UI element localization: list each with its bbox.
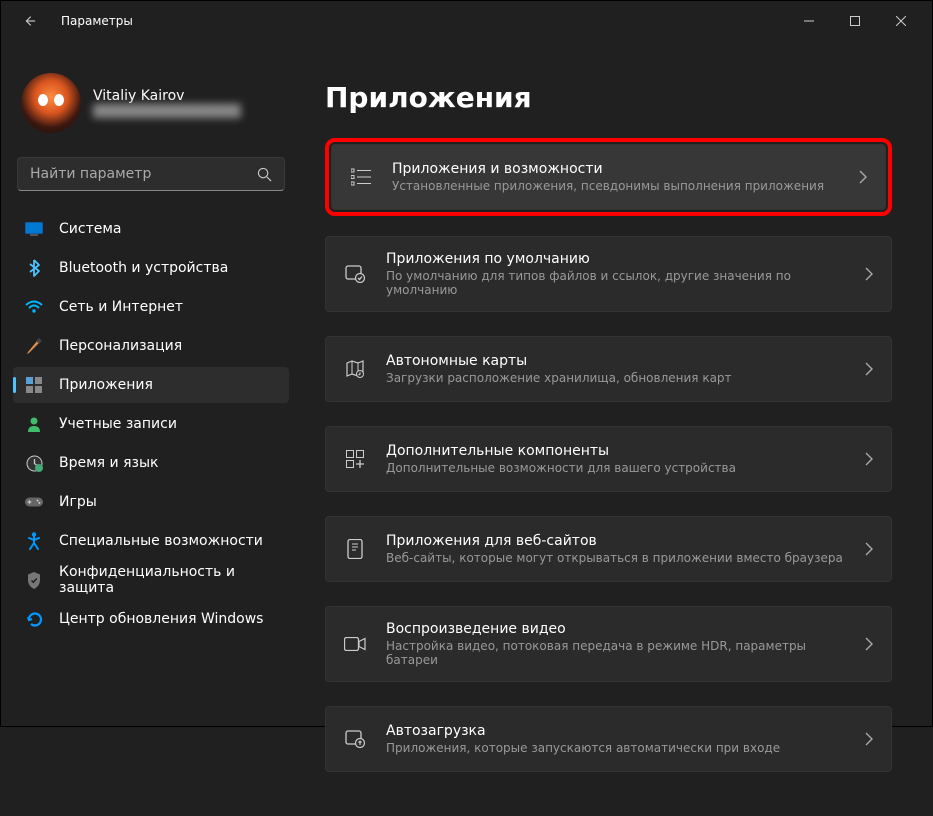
card-text: Автозагрузка Приложения, которые запускаю… xyxy=(386,723,845,755)
sidebar-item-brush[interactable]: Персонализация xyxy=(13,328,289,364)
sidebar-item-label: Приложения xyxy=(59,377,153,393)
card-subtitle: Установленные приложения, псевдонимы вып… xyxy=(392,179,839,193)
chevron-right-icon xyxy=(865,637,873,651)
system-icon xyxy=(25,220,43,238)
profile-email: ████████████████ xyxy=(93,104,241,118)
chevron-right-icon xyxy=(865,452,873,466)
video-icon xyxy=(344,633,366,655)
settings-card-video[interactable]: Воспроизведение видео Настройка видео, по… xyxy=(325,606,892,682)
default-apps-icon xyxy=(344,263,366,285)
sidebar-item-label: Система xyxy=(59,221,121,237)
sidebar-item-label: Игры xyxy=(59,494,97,510)
back-button[interactable] xyxy=(9,1,49,41)
profile-info: Vitaliy Kairov ████████████████ xyxy=(93,88,241,118)
card-subtitle: Приложения, которые запускаются автомати… xyxy=(386,741,845,755)
card-subtitle: Веб-сайты, которые могут открываться в п… xyxy=(386,551,845,565)
account-icon xyxy=(25,415,43,433)
window-title: Параметры xyxy=(61,14,133,28)
sidebar-item-system[interactable]: Система xyxy=(13,211,289,247)
sidebar-item-label: Время и язык xyxy=(59,455,158,471)
card-subtitle: Настройка видео, потоковая передача в ре… xyxy=(386,639,845,667)
card-list: Приложения и возможности Установленные пр… xyxy=(325,138,892,792)
highlight-frame: Приложения и возможности Установленные пр… xyxy=(325,138,892,216)
maps-icon xyxy=(344,358,366,380)
sidebar-item-account[interactable]: Учетные записи xyxy=(13,406,289,442)
chevron-right-icon xyxy=(859,170,867,184)
minimize-button[interactable] xyxy=(786,5,832,37)
privacy-icon xyxy=(25,571,43,589)
sidebar-item-label: Учетные записи xyxy=(59,416,177,432)
settings-card-web-apps[interactable]: Приложения для веб-сайтов Веб-сайты, кото… xyxy=(325,516,892,582)
window-controls xyxy=(786,5,924,37)
settings-window: Параметры Vitaliy Kairov ███████████████… xyxy=(0,0,933,727)
card-text: Приложения и возможности Установленные пр… xyxy=(392,161,839,193)
web-apps-icon xyxy=(344,538,366,560)
sidebar-item-label: Центр обновления Windows xyxy=(59,611,263,627)
startup-icon xyxy=(344,728,366,750)
accessibility-icon xyxy=(25,532,43,550)
search-input[interactable] xyxy=(30,166,257,182)
sidebar: Vitaliy Kairov ████████████████ Система B… xyxy=(1,41,301,816)
profile-section[interactable]: Vitaliy Kairov ████████████████ xyxy=(13,65,289,149)
sidebar-item-apps[interactable]: Приложения xyxy=(13,367,289,403)
card-text: Автономные карты Загрузки расположение хр… xyxy=(386,353,845,385)
settings-card-list[interactable]: Приложения и возможности Установленные пр… xyxy=(331,144,886,210)
card-title: Воспроизведение видео xyxy=(386,621,845,637)
sidebar-item-update[interactable]: Центр обновления Windows xyxy=(13,601,289,637)
sidebar-item-games[interactable]: Игры xyxy=(13,484,289,520)
sidebar-item-privacy[interactable]: Конфиденциальность и защита xyxy=(13,562,289,598)
time-icon xyxy=(25,454,43,472)
sidebar-item-label: Bluetooth и устройства xyxy=(59,260,228,276)
titlebar: Параметры xyxy=(1,1,932,41)
card-text: Дополнительные компоненты Дополнительные … xyxy=(386,443,845,475)
card-text: Приложения для веб-сайтов Веб-сайты, кото… xyxy=(386,533,845,565)
card-subtitle: Дополнительные возможности для вашего ус… xyxy=(386,461,845,475)
content-area: Vitaliy Kairov ████████████████ Система B… xyxy=(1,41,932,816)
sidebar-item-label: Конфиденциальность и защита xyxy=(59,564,277,596)
card-title: Автономные карты xyxy=(386,353,845,369)
profile-name: Vitaliy Kairov xyxy=(93,88,241,104)
card-text: Приложения по умолчанию По умолчанию для … xyxy=(386,251,845,297)
apps-icon xyxy=(25,376,43,394)
sidebar-item-label: Специальные возможности xyxy=(59,533,263,549)
search-icon xyxy=(257,167,272,182)
bluetooth-icon xyxy=(25,259,43,277)
maximize-button[interactable] xyxy=(832,5,878,37)
wifi-icon xyxy=(25,298,43,316)
games-icon xyxy=(25,493,43,511)
card-title: Приложения для веб-сайтов xyxy=(386,533,845,549)
card-title: Автозагрузка xyxy=(386,723,845,739)
sidebar-item-label: Сеть и Интернет xyxy=(59,299,183,315)
update-icon xyxy=(25,610,43,628)
card-title: Дополнительные компоненты xyxy=(386,443,845,459)
settings-card-components[interactable]: Дополнительные компоненты Дополнительные … xyxy=(325,426,892,492)
sidebar-item-accessibility[interactable]: Специальные возможности xyxy=(13,523,289,559)
page-title: Приложения xyxy=(325,81,892,114)
list-icon xyxy=(350,166,372,188)
chevron-right-icon xyxy=(865,362,873,376)
chevron-right-icon xyxy=(865,542,873,556)
brush-icon xyxy=(25,337,43,355)
settings-card-startup[interactable]: Автозагрузка Приложения, которые запускаю… xyxy=(325,706,892,772)
settings-card-maps[interactable]: Автономные карты Загрузки расположение хр… xyxy=(325,336,892,402)
avatar xyxy=(21,73,81,133)
card-title: Приложения по умолчанию xyxy=(386,251,845,267)
sidebar-item-bluetooth[interactable]: Bluetooth и устройства xyxy=(13,250,289,286)
sidebar-item-time[interactable]: Время и язык xyxy=(13,445,289,481)
sidebar-item-wifi[interactable]: Сеть и Интернет xyxy=(13,289,289,325)
settings-card-default-apps[interactable]: Приложения по умолчанию По умолчанию для … xyxy=(325,236,892,312)
nav-list: Система Bluetooth и устройства Сеть и Инте… xyxy=(13,211,289,637)
sidebar-item-label: Персонализация xyxy=(59,338,182,354)
search-box[interactable] xyxy=(17,157,285,191)
main-panel: Приложения Приложения и возможности Устан… xyxy=(301,41,932,816)
close-button[interactable] xyxy=(878,5,924,37)
card-subtitle: Загрузки расположение хранилища, обновле… xyxy=(386,371,845,385)
components-icon xyxy=(344,448,366,470)
card-text: Воспроизведение видео Настройка видео, по… xyxy=(386,621,845,667)
chevron-right-icon xyxy=(865,732,873,746)
chevron-right-icon xyxy=(865,267,873,281)
card-title: Приложения и возможности xyxy=(392,161,839,177)
card-subtitle: По умолчанию для типов файлов и ссылок, … xyxy=(386,269,845,297)
